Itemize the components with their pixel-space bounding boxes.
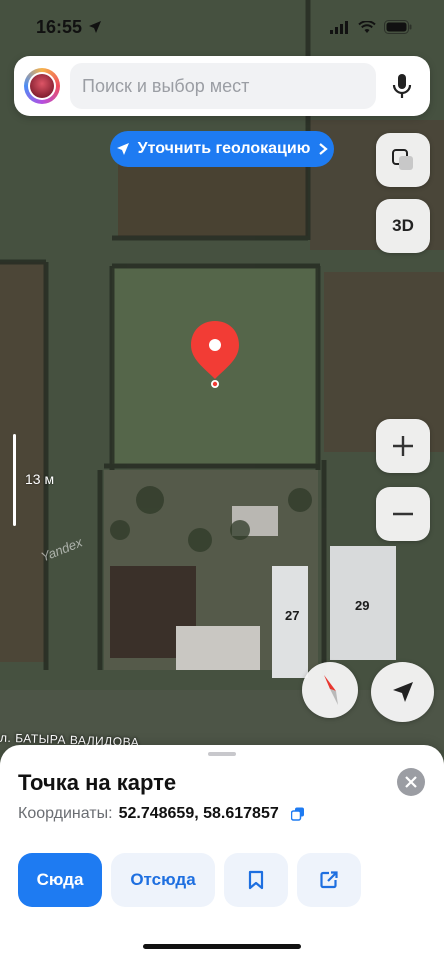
location-arrow-icon: [89, 21, 102, 33]
wifi-icon: [358, 20, 376, 33]
status-time: 16:55: [36, 17, 102, 38]
compass-button[interactable]: [302, 662, 358, 718]
coordinates-row: Координаты: 52.748659, 58.617857: [18, 805, 305, 823]
plus-icon: [393, 436, 413, 456]
avatar[interactable]: [24, 68, 60, 104]
my-location-button[interactable]: [371, 662, 434, 722]
copy-icon[interactable]: [290, 807, 305, 821]
location-pin-icon[interactable]: [189, 319, 241, 389]
clock: 16:55: [36, 16, 83, 37]
3d-toggle-button[interactable]: 3D: [376, 199, 430, 253]
zoom-out-button[interactable]: [376, 487, 430, 541]
bookmark-button[interactable]: [224, 853, 288, 907]
search-input[interactable]: Поиск и выбор мест: [70, 63, 376, 109]
microphone-icon[interactable]: [384, 68, 420, 104]
share-icon: [320, 871, 338, 889]
profile-photo: [30, 74, 54, 98]
refine-geolocation-label: Уточнить геолокацию: [137, 140, 311, 157]
house-number: 29: [355, 598, 370, 613]
map-layers-button[interactable]: [376, 133, 430, 187]
3d-label: 3D: [392, 216, 414, 235]
route-from-here-button[interactable]: Отсюда: [111, 853, 215, 907]
scale-label: 13 м: [25, 471, 55, 487]
house-number: 27: [285, 608, 300, 623]
status-bar: 16:55: [0, 0, 444, 54]
route-from-here-label: Отсюда: [130, 870, 196, 889]
sheet-actions: Сюда Отсюда: [18, 853, 361, 907]
search-placeholder: Поиск и выбор мест: [82, 75, 250, 96]
share-button[interactable]: [297, 853, 361, 907]
minus-icon: [393, 512, 413, 516]
navigation-arrow-icon: [116, 143, 129, 155]
route-to-here-label: Сюда: [36, 870, 84, 889]
sheet-title: Точка на карте: [18, 770, 177, 795]
home-indicator: [143, 944, 301, 949]
cellular-signal-icon: [330, 20, 348, 34]
bookmark-icon: [248, 870, 264, 890]
layers-icon: [392, 149, 413, 170]
chevron-right-icon: [319, 143, 329, 155]
sheet-grabber[interactable]: [208, 752, 236, 756]
zoom-in-button[interactable]: [376, 419, 430, 473]
route-to-here-button[interactable]: Сюда: [18, 853, 102, 907]
refine-geolocation-button[interactable]: Уточнить геолокацию: [110, 131, 334, 167]
scale-bar: [13, 434, 16, 526]
compass-icon: [324, 675, 338, 705]
battery-icon: [384, 20, 412, 34]
place-bottom-sheet: Точка на карте Координаты: 52.748659, 58…: [0, 745, 444, 960]
navigation-arrow-icon: [392, 682, 413, 702]
close-icon: [405, 776, 417, 788]
coordinates-value: 52.748659, 58.617857: [118, 805, 279, 822]
close-button[interactable]: [397, 768, 425, 796]
search-bar: Поиск и выбор мест: [14, 56, 430, 116]
coordinates-label: Координаты:: [18, 805, 113, 822]
